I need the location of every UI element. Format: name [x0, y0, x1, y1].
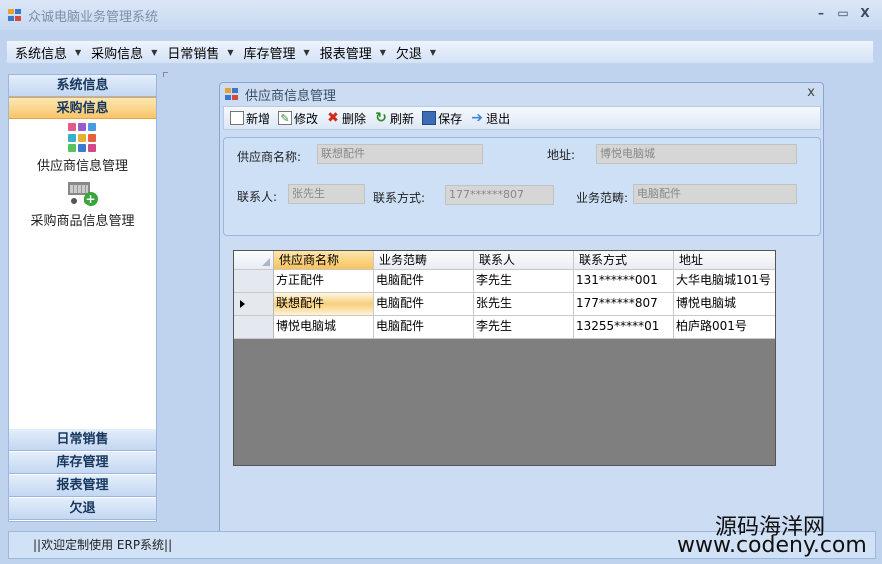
- new-button[interactable]: 新增: [230, 110, 270, 127]
- title-bar: 众诚电脑业务管理系统 – ▭ X: [0, 0, 882, 30]
- cell-contact[interactable]: 李先生: [474, 316, 574, 339]
- child-title-bar: 供应商信息管理 x: [220, 83, 823, 105]
- dropdown-arrow-icon: ▼: [303, 47, 310, 57]
- delete-x-icon: ✖: [327, 110, 339, 126]
- column-header-scope[interactable]: 业务范畴: [374, 251, 474, 270]
- watermark-url: www.codeny.com: [677, 533, 867, 558]
- menu-daily-sales[interactable]: 日常销售 ▼: [167, 43, 233, 62]
- address-label: 地址:: [547, 148, 576, 162]
- menu-reports[interactable]: 报表管理 ▼: [320, 43, 386, 62]
- exit-arrow-icon: ➔: [471, 110, 483, 126]
- contact-field[interactable]: 张先生: [288, 184, 365, 204]
- supplier-name-field[interactable]: 联想配件: [317, 144, 483, 164]
- dropdown-arrow-icon: ▼: [151, 47, 158, 57]
- cell-phone[interactable]: 13255*****01: [574, 316, 674, 339]
- column-header-phone[interactable]: 联系方式: [574, 251, 674, 270]
- nav-group-inventory[interactable]: 库存管理: [9, 452, 156, 474]
- cell-address[interactable]: 博悦电脑城: [674, 293, 775, 316]
- app-icon: [8, 8, 22, 22]
- column-header-supplier[interactable]: 供应商名称: [274, 251, 374, 270]
- cell-supplier[interactable]: 方正配件: [274, 270, 374, 293]
- cell-phone[interactable]: 131******001: [574, 270, 674, 293]
- supplier-management-window: 供应商信息管理 x 新增 ✎ 修改 ✖ 删除 ↻ 刷新 保存 ➔ 退出 供应商名称: 联…: [219, 82, 824, 537]
- child-window-title: 供应商信息管理: [245, 88, 337, 104]
- supplier-name-label: 供应商名称:: [237, 150, 302, 164]
- cell-supplier[interactable]: 博悦电脑城: [274, 316, 374, 339]
- phone-field[interactable]: 177******807: [445, 185, 554, 205]
- child-close-button[interactable]: x: [807, 85, 815, 100]
- grid-header-row: 供应商名称 业务范畴 联系人 联系方式 地址: [234, 251, 775, 270]
- scope-field[interactable]: 电脑配件: [633, 184, 797, 204]
- left-nav-panel: 系统信息 采购信息 供应商信息管理 + 采购商品信息管理 日常销售 库存管理 报…: [8, 74, 157, 522]
- supplier-form: 供应商名称: 联想配件 地址: 博悦电脑城 联系人: 张先生 联系方式: 177…: [223, 137, 821, 236]
- refresh-icon: ↻: [375, 110, 387, 126]
- phone-label: 联系方式:: [373, 191, 426, 205]
- window-title: 众诚电脑业务管理系统: [28, 9, 159, 25]
- toolbar: 新增 ✎ 修改 ✖ 删除 ↻ 刷新 保存 ➔ 退出: [223, 106, 821, 130]
- dropdown-arrow-icon: ▼: [75, 47, 82, 57]
- maximize-button[interactable]: ▭: [836, 6, 850, 20]
- tiles-icon: [67, 123, 98, 153]
- cell-scope[interactable]: 电脑配件: [374, 293, 474, 316]
- menu-bar: 系统信息 ▼ 采购信息 ▼ 日常销售 ▼ 库存管理 ▼ 报表管理 ▼ 欠退 ▼: [6, 40, 874, 64]
- row-header[interactable]: [234, 293, 274, 316]
- table-row[interactable]: 博悦电脑城 电脑配件 李先生 13255*****01 柏庐路001号: [234, 316, 775, 339]
- row-header[interactable]: [234, 316, 274, 339]
- cell-address[interactable]: 柏庐路001号: [674, 316, 775, 339]
- edit-button[interactable]: ✎ 修改: [278, 110, 318, 127]
- dropdown-arrow-icon: ▼: [227, 47, 234, 57]
- edit-icon: ✎: [278, 111, 293, 125]
- scope-label: 业务范畴:: [576, 191, 629, 205]
- cell-contact[interactable]: 李先生: [474, 270, 574, 293]
- shopping-cart-add-icon: +: [66, 178, 100, 208]
- current-row-arrow-icon: [240, 300, 245, 308]
- grid-select-all-corner[interactable]: [234, 251, 274, 270]
- minimize-button[interactable]: –: [814, 6, 828, 20]
- nav-group-purchase-info[interactable]: 采购信息: [9, 97, 156, 119]
- floppy-disk-icon: [422, 111, 437, 125]
- menu-inventory[interactable]: 库存管理 ▼: [244, 43, 310, 62]
- cell-scope[interactable]: 电脑配件: [374, 316, 474, 339]
- row-header[interactable]: [234, 270, 274, 293]
- nav-group-reports[interactable]: 报表管理: [9, 475, 156, 497]
- table-row-selected[interactable]: 联想配件 电脑配件 张先生 177******807 博悦电脑城: [234, 293, 775, 316]
- delete-button[interactable]: ✖ 删除: [326, 110, 366, 127]
- cell-supplier[interactable]: 联想配件: [274, 293, 374, 316]
- cell-phone[interactable]: 177******807: [574, 293, 674, 316]
- nav-group-system-info[interactable]: 系统信息: [9, 75, 156, 97]
- new-document-icon: [230, 111, 244, 125]
- exit-button[interactable]: ➔ 退出: [470, 110, 510, 127]
- nav-entry-purchase-goods-management[interactable]: + 采购商品信息管理: [9, 178, 156, 229]
- dropdown-arrow-icon: ▼: [379, 47, 386, 57]
- menu-returns[interactable]: 欠退 ▼: [396, 43, 436, 62]
- nav-entry-supplier-management[interactable]: 供应商信息管理: [9, 123, 156, 174]
- nav-entry-label: 采购商品信息管理: [30, 214, 135, 229]
- cell-scope[interactable]: 电脑配件: [374, 270, 474, 293]
- dropdown-arrow-icon: ▼: [429, 47, 437, 57]
- cell-address[interactable]: 大华电脑城101号: [674, 270, 775, 293]
- nav-group-returns[interactable]: 欠退: [9, 498, 156, 520]
- app-icon: [225, 87, 239, 101]
- column-header-address[interactable]: 地址: [674, 251, 775, 270]
- menu-system-info[interactable]: 系统信息 ▼: [15, 43, 81, 62]
- column-header-contact[interactable]: 联系人: [474, 251, 574, 270]
- refresh-button[interactable]: ↻ 刷新: [374, 110, 414, 127]
- table-row[interactable]: 方正配件 电脑配件 李先生 131******001 大华电脑城101号: [234, 270, 775, 293]
- nav-group-daily-sales[interactable]: 日常销售: [9, 429, 156, 451]
- save-button[interactable]: 保存: [422, 110, 462, 127]
- address-field[interactable]: 博悦电脑城: [596, 144, 797, 164]
- splitter-mark: [163, 72, 168, 77]
- cell-contact[interactable]: 张先生: [474, 293, 574, 316]
- menu-purchase-info[interactable]: 采购信息 ▼: [91, 43, 157, 62]
- contact-label: 联系人:: [237, 190, 278, 204]
- nav-entry-label: 供应商信息管理: [36, 159, 128, 174]
- close-button[interactable]: X: [858, 6, 872, 20]
- supplier-grid: 供应商名称 业务范畴 联系人 联系方式 地址 方正配件 电脑配件 李先生 131…: [233, 250, 776, 466]
